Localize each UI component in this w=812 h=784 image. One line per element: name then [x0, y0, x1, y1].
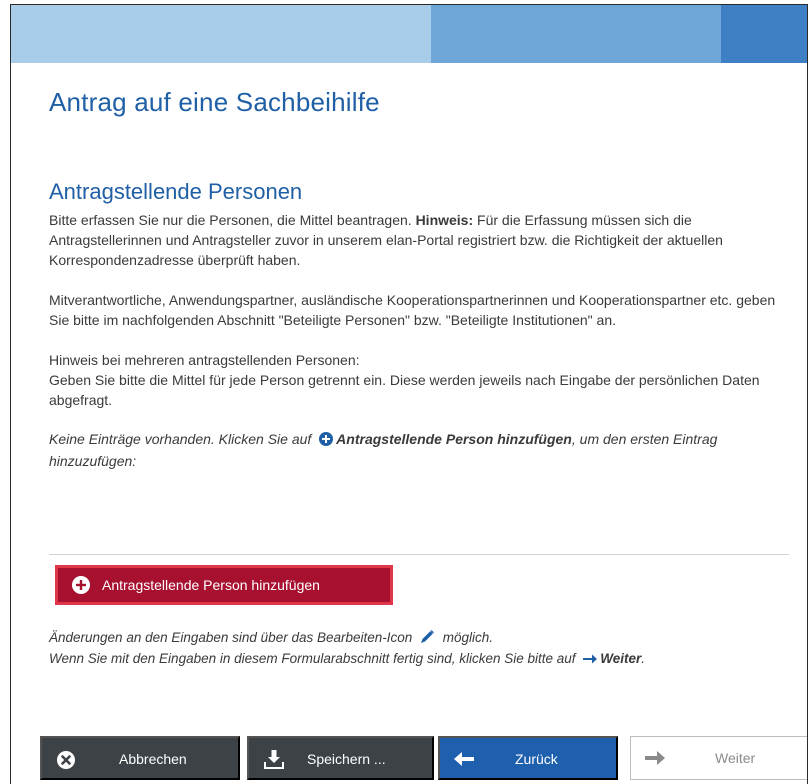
add-applicant-button[interactable]: Antragstellende Person hinzufügen: [55, 565, 393, 605]
progress-header-bar: [11, 5, 807, 63]
divider: [49, 554, 789, 555]
progress-segment-1: [11, 5, 431, 63]
next-button[interactable]: Weiter: [630, 736, 807, 780]
multiple-applicants-line-2: Geben Sie bitte die Mittel für jede Pers…: [49, 372, 760, 408]
progress-segment-2: [431, 5, 721, 63]
section-title: Antragstellende Personen: [49, 179, 303, 204]
next-note-link[interactable]: Weiter: [600, 651, 641, 666]
back-label: Zurück: [515, 751, 558, 767]
empty-state-before: Keine Einträge vorhanden. Klicken Sie au…: [49, 431, 316, 447]
arrow-right-icon: [583, 651, 598, 670]
edit-note-before: Änderungen an den Eingaben sind über das…: [49, 630, 417, 645]
intro-hint-label: Hinweis:: [415, 212, 474, 228]
plus-circle-icon: [72, 576, 90, 594]
arrow-left-icon: [454, 750, 474, 768]
empty-state-text: Keine Einträge vorhanden. Klicken Sie au…: [49, 429, 799, 471]
empty-state-link[interactable]: Antragstellende Person hinzufügen: [336, 431, 572, 447]
save-button[interactable]: Speichern ...: [247, 736, 434, 780]
instructions-notes: Änderungen an den Eingaben sind über das…: [49, 628, 807, 670]
footer-toolbar: Abbrechen Speichern ... Zurück Weiter: [11, 736, 807, 780]
edit-note: Änderungen an den Eingaben sind über das…: [49, 628, 807, 649]
add-applicant-label: Antragstellende Person hinzufügen: [102, 577, 320, 593]
download-icon: [263, 750, 285, 770]
page-title: Antrag auf eine Sachbeihilfe: [49, 87, 380, 117]
close-circle-icon: [56, 750, 76, 770]
progress-segment-3: [721, 5, 807, 63]
next-note: Wenn Sie mit den Eingaben in diesem Form…: [49, 649, 807, 670]
participants-paragraph: Mitverantwortliche, Anwendungspartner, a…: [49, 292, 776, 328]
arrow-right-icon: [645, 749, 665, 767]
pencil-icon: [420, 630, 436, 649]
section-content: Bitte erfassen Sie nur die Personen, die…: [49, 210, 799, 491]
plus-circle-icon: [319, 431, 334, 451]
edit-note-after: möglich.: [439, 630, 494, 645]
next-note-after: .: [641, 651, 646, 666]
intro-paragraph: Bitte erfassen Sie nur die Personen, die…: [49, 210, 799, 270]
form-window: Antrag auf eine Sachbeihilfe Antragstell…: [10, 4, 808, 784]
back-button[interactable]: Zurück: [438, 736, 618, 780]
next-note-before: Wenn Sie mit den Eingaben in diesem Form…: [49, 651, 580, 666]
intro-text-1: Bitte erfassen Sie nur die Personen, die…: [49, 212, 416, 228]
save-label: Speichern ...: [307, 751, 386, 767]
next-label: Weiter: [715, 750, 756, 766]
multiple-applicants-line-1: Hinweis bei mehreren antragstellenden Pe…: [49, 352, 360, 368]
multiple-applicants-paragraph: Hinweis bei mehreren antragstellenden Pe…: [49, 350, 799, 410]
cancel-label: Abbrechen: [119, 751, 187, 767]
cancel-button[interactable]: Abbrechen: [40, 736, 240, 780]
